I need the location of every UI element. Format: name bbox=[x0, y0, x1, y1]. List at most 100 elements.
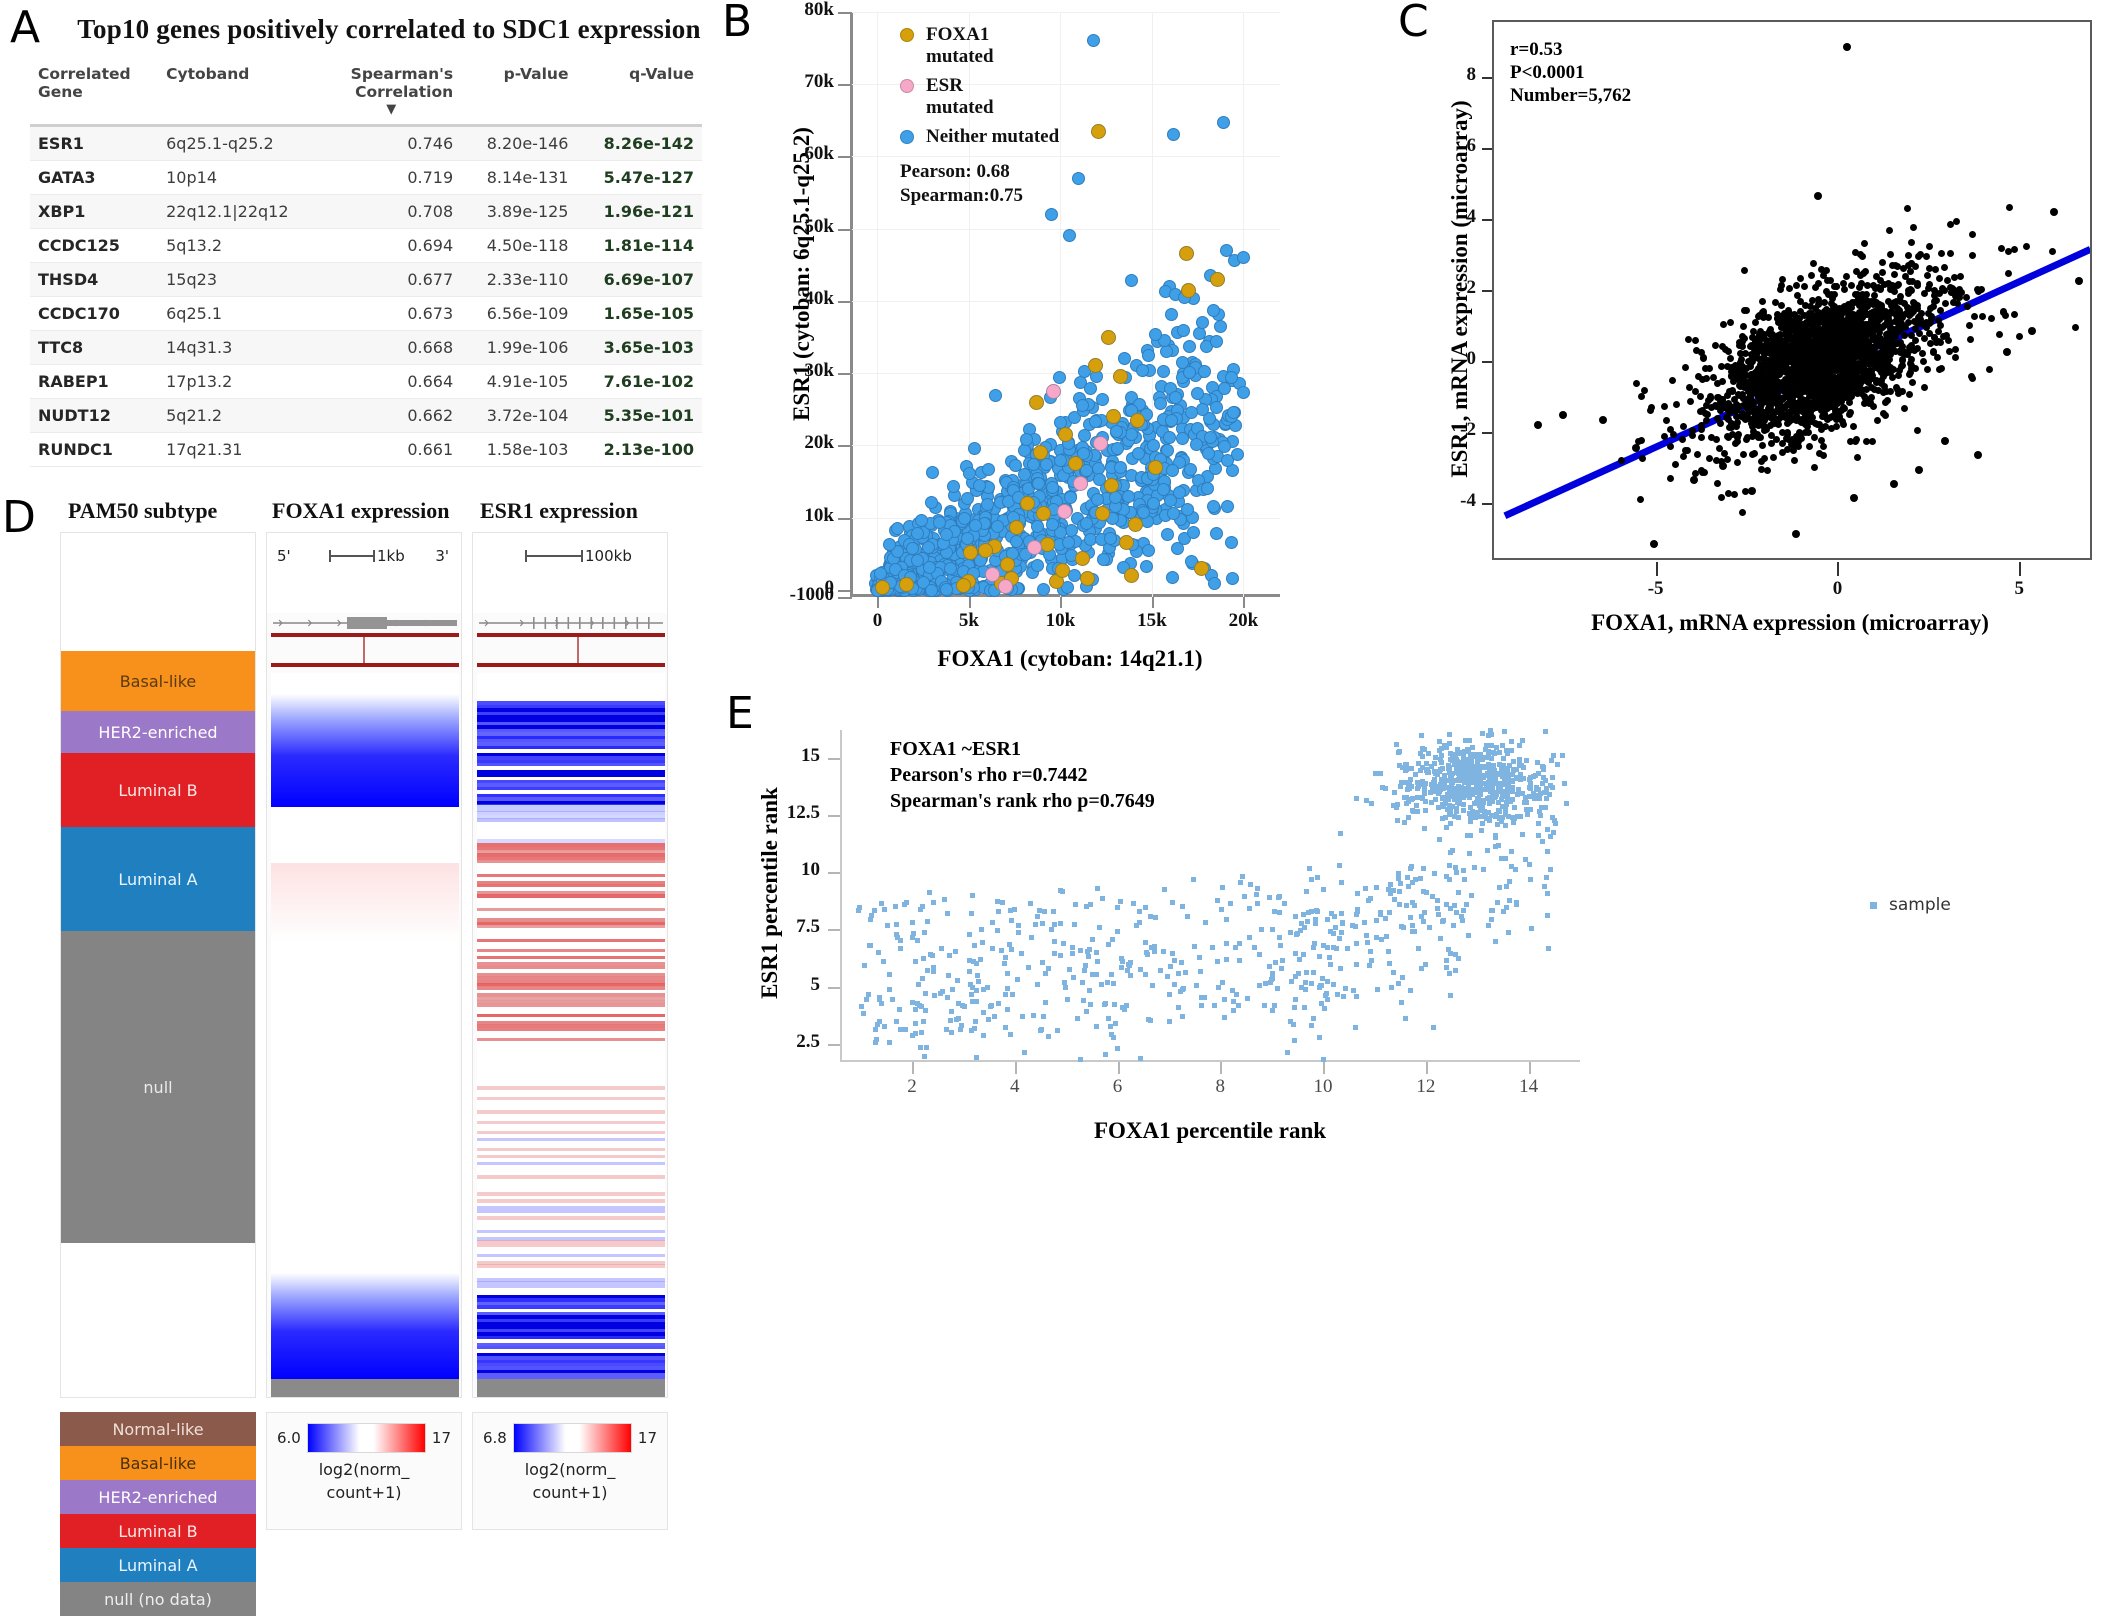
table-row[interactable]: XBP122q12.1|22q120.7083.89e-1251.96e-121 bbox=[30, 194, 702, 228]
pam50-legend-her2-enriched[interactable]: HER2-enriched bbox=[60, 1480, 256, 1514]
panel-c-data-point bbox=[1718, 363, 1725, 370]
table-row[interactable]: NUDT125q21.20.6623.72e-1045.35e-101 bbox=[30, 398, 702, 432]
panel-e-data-point bbox=[1090, 972, 1095, 977]
pam50-block-her2-enriched[interactable]: HER2-enriched bbox=[61, 711, 255, 753]
foxa1-colorbar-card[interactable]: 6.0 17 log2(norm_ count+1) bbox=[266, 1412, 462, 1530]
pam50-legend-null-no-data-[interactable]: null (no data) bbox=[60, 1582, 256, 1616]
esr1-scale-bar-cap-right bbox=[581, 550, 583, 562]
pam50-block-basal-like[interactable]: Basal-like bbox=[61, 651, 255, 711]
panel-e-data-point bbox=[949, 1009, 954, 1014]
panel-e-data-point bbox=[1380, 785, 1385, 790]
panel-b-legend-item[interactable]: Neither mutated bbox=[900, 126, 1180, 148]
pvalue-cell: 3.89e-125 bbox=[461, 194, 576, 228]
panel-c-data-point bbox=[1953, 218, 1960, 225]
panel-b-legend-item[interactable]: ESRmutated bbox=[900, 75, 1180, 120]
panel-c-data-point bbox=[1785, 436, 1792, 443]
table-row[interactable]: TTC814q31.30.6681.99e-1063.65e-103 bbox=[30, 330, 702, 364]
pam50-subtype-column[interactable]: Basal-likeHER2-enrichedLuminal BLuminal … bbox=[60, 532, 256, 1398]
panel-e-data-point bbox=[1536, 833, 1541, 838]
panel-e-data-point bbox=[1395, 818, 1400, 823]
panel-b-data-point bbox=[944, 562, 957, 575]
gene-cell: GATA3 bbox=[30, 160, 158, 194]
panel-e-data-point bbox=[1439, 746, 1444, 751]
panel-e-data-point bbox=[1402, 795, 1407, 800]
panel-e-data-point bbox=[1545, 913, 1550, 918]
table-row[interactable]: RUNDC117q21.310.6611.58e-1032.13e-100 bbox=[30, 432, 702, 466]
panel-e-data-point bbox=[1338, 966, 1343, 971]
panel-b-y-tick bbox=[838, 518, 852, 520]
panel-c-y-tick-label: 6 bbox=[1432, 135, 1476, 157]
panel-e-data-point bbox=[1231, 999, 1236, 1004]
panel-c-data-point bbox=[1874, 417, 1881, 424]
col-header-cytoband[interactable]: Cytoband bbox=[158, 65, 321, 119]
col-header-qvalue[interactable]: q-Value bbox=[576, 65, 702, 119]
panel-b-data-point bbox=[1210, 272, 1225, 287]
col-header-gene[interactable]: Correlated Gene bbox=[30, 65, 158, 119]
panel-e-data-point bbox=[898, 1027, 903, 1032]
panel-e-data-point bbox=[879, 901, 884, 906]
table-row[interactable]: CCDC1255q13.20.6944.50e-1181.81e-114 bbox=[30, 228, 702, 262]
panel-e-data-point bbox=[1449, 779, 1454, 784]
panel-e-data-point bbox=[1035, 982, 1040, 987]
panel-b-legend-label: Neither mutated bbox=[926, 126, 1059, 148]
panel-c-data-point bbox=[1942, 300, 1949, 307]
panel-b-legend-item[interactable]: FOXA1mutated bbox=[900, 24, 1180, 69]
panel-e-data-point bbox=[1408, 915, 1413, 920]
pam50-legend-luminal-a[interactable]: Luminal A bbox=[60, 1548, 256, 1582]
pam50-block-luminal-a[interactable]: Luminal A bbox=[61, 827, 255, 931]
pam50-block-luminal-b[interactable]: Luminal B bbox=[61, 753, 255, 827]
panel-e-data-point bbox=[903, 1027, 908, 1032]
panel-b-data-point bbox=[1217, 116, 1230, 129]
pam50-legend-luminal-b[interactable]: Luminal B bbox=[60, 1514, 256, 1548]
heatmap-band bbox=[477, 1041, 665, 1083]
col-header-pvalue[interactable]: p-Value bbox=[461, 65, 576, 119]
panel-e-data-point bbox=[1086, 954, 1091, 959]
panel-b-data-point bbox=[1149, 328, 1162, 341]
panel-e-data-point bbox=[1483, 787, 1488, 792]
pam50-legend[interactable]: Normal-likeBasal-likeHER2-enrichedLumina… bbox=[60, 1412, 256, 1624]
sort-descending-caret-icon[interactable]: ▼ bbox=[329, 104, 453, 116]
panel-b-y-tick bbox=[838, 156, 852, 158]
table-row[interactable]: CCDC1706q25.10.6736.56e-1091.65e-105 bbox=[30, 296, 702, 330]
panel-e-data-point bbox=[902, 902, 907, 907]
pam50-legend-basal-like[interactable]: Basal-like bbox=[60, 1446, 256, 1480]
panel-e-data-point bbox=[1541, 765, 1546, 770]
panel-e-data-point bbox=[1518, 777, 1523, 782]
table-row[interactable]: GATA310p140.7198.14e-1315.47e-127 bbox=[30, 160, 702, 194]
table-row[interactable]: THSD415q230.6772.33e-1106.69e-107 bbox=[30, 262, 702, 296]
esr1-expression-column[interactable]: 100kb bbox=[472, 532, 668, 1398]
table-row[interactable]: ESR16q25.1-q25.20.7468.20e-1468.26e-142 bbox=[30, 125, 702, 160]
panel-e-data-point bbox=[1228, 901, 1233, 906]
panel-e-data-point bbox=[1267, 964, 1272, 969]
panel-c-data-point bbox=[1809, 297, 1816, 304]
table-row[interactable]: RABEP117p13.20.6644.91e-1057.61e-102 bbox=[30, 364, 702, 398]
panel-e-data-point bbox=[1433, 797, 1438, 802]
col-header-spearman[interactable]: Spearman's Correlation ▼ bbox=[321, 65, 461, 119]
pam50-legend-normal-like[interactable]: Normal-like bbox=[60, 1412, 256, 1446]
panel-e-data-point bbox=[1094, 1024, 1099, 1029]
panel-e-data-point bbox=[1353, 1025, 1358, 1030]
panel-b-data-point bbox=[1198, 365, 1211, 378]
panel-e-data-point bbox=[1555, 762, 1560, 767]
foxa1-expression-column[interactable]: 5' 3' 1kb bbox=[266, 532, 462, 1398]
panel-b-data-point bbox=[1196, 316, 1209, 329]
panel-e-data-point bbox=[1435, 898, 1440, 903]
panel-e-data-point bbox=[1506, 930, 1511, 935]
pam50-block-null[interactable]: null bbox=[61, 931, 255, 1243]
panel-e-data-point bbox=[1423, 799, 1428, 804]
panel-e-data-point bbox=[1084, 1009, 1089, 1014]
panel-e-data-point bbox=[1416, 761, 1421, 766]
panel-e-data-point bbox=[981, 1033, 986, 1038]
esr1-colorbar-card[interactable]: 6.8 17 log2(norm_ count+1) bbox=[472, 1412, 668, 1530]
panel-c-data-point bbox=[1809, 384, 1816, 391]
panel-c-data-point bbox=[1848, 282, 1855, 289]
foxa1-track-3prime-label: 3' bbox=[435, 547, 449, 565]
panel-b-data-point bbox=[1076, 399, 1089, 412]
panel-e-data-point bbox=[1291, 1022, 1296, 1027]
panel-e-data-point bbox=[995, 928, 1000, 933]
panel-e-data-point bbox=[1301, 952, 1306, 957]
panel-c-data-point bbox=[1667, 443, 1674, 450]
pam50-block-empty[interactable] bbox=[61, 533, 255, 651]
panel-e-data-point bbox=[1468, 819, 1473, 824]
panel-e-data-point bbox=[1078, 948, 1083, 953]
